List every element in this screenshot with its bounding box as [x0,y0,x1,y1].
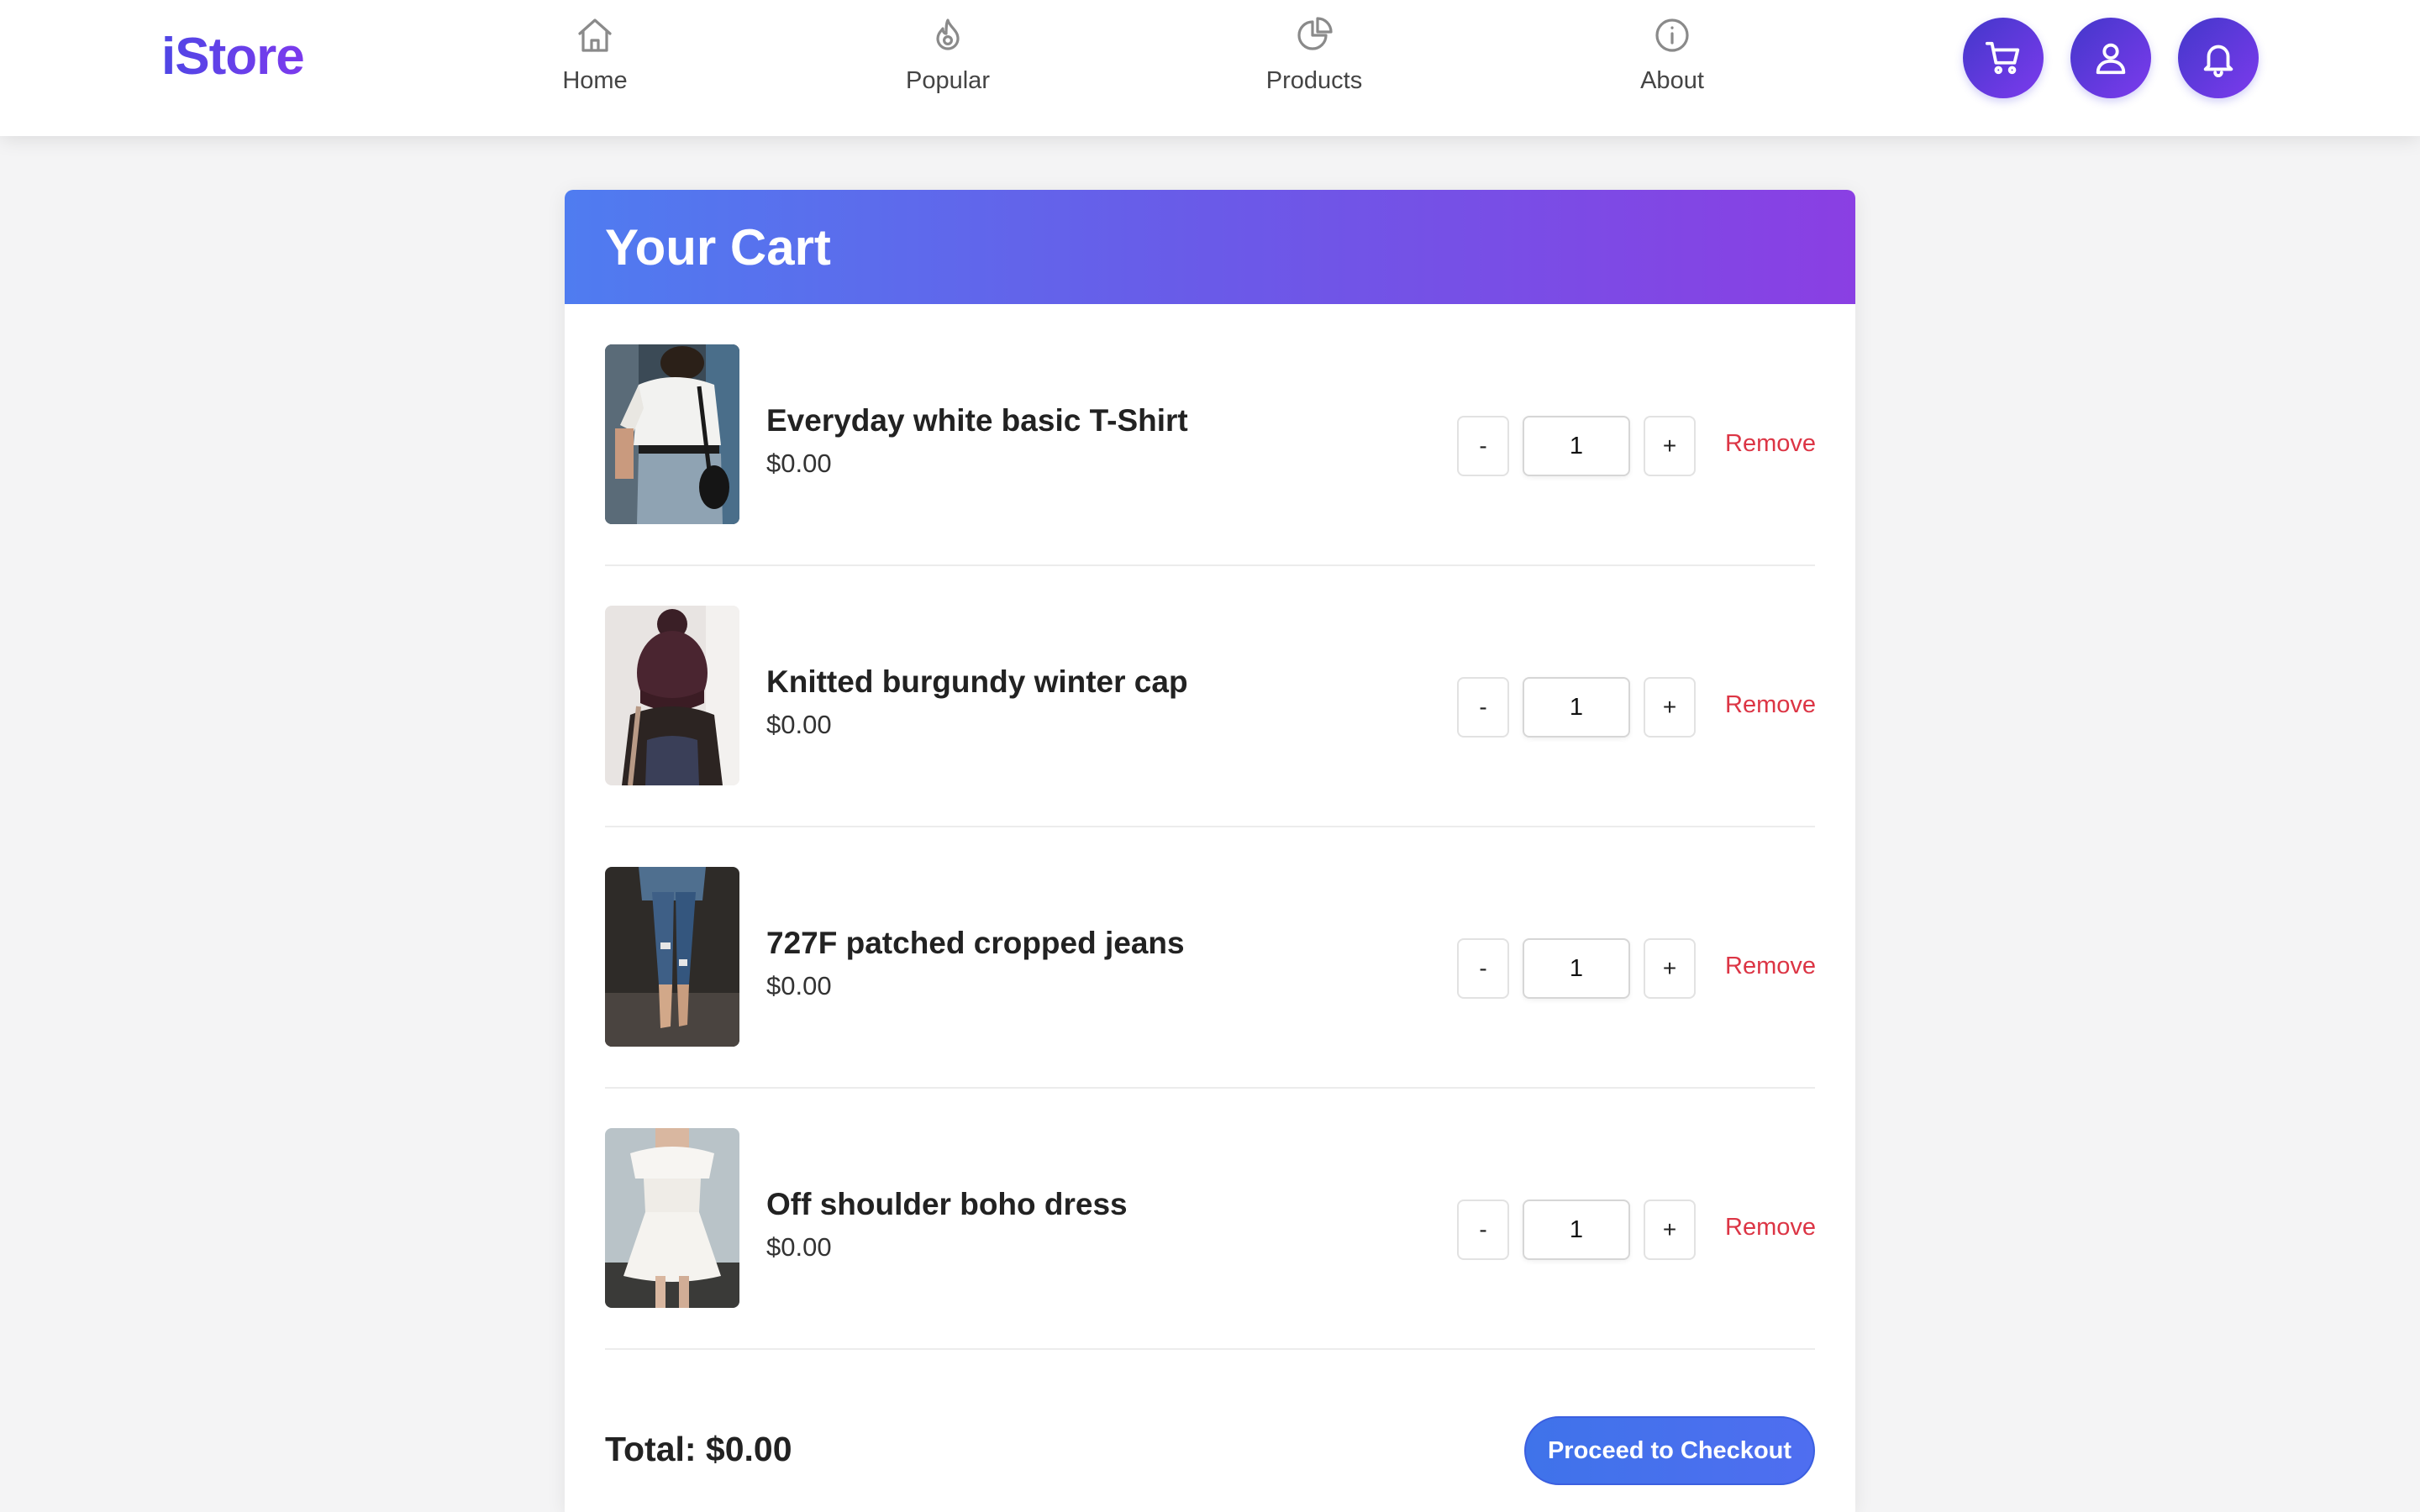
cart-button[interactable] [1963,18,2044,98]
info-icon [1655,18,1689,52]
cart-total: Total: $0.00 [605,1430,792,1468]
decrement-quantity-button[interactable]: - [1457,416,1509,476]
cart-item: Off shoulder boho dress $0.00 - + Remove [605,1088,1816,1350]
product-image-cap [605,606,739,785]
cart-header: Your Cart [565,190,1855,304]
proceed-to-checkout-button[interactable]: Proceed to Checkout [1524,1416,1815,1485]
user-icon [2096,43,2126,75]
bell-icon [2203,45,2233,77]
product-image-jeans [605,867,739,1047]
product-image-tshirt [605,344,739,524]
increment-quantity-button[interactable]: + [1644,938,1696,999]
increment-quantity-button[interactable]: + [1644,416,1696,476]
increment-quantity-button[interactable]: + [1644,677,1696,738]
item-price: $0.00 [766,449,832,478]
remove-item-link[interactable]: Remove [1725,1214,1816,1242]
quantity-input[interactable] [1523,677,1630,738]
nav-item-about[interactable]: About [1580,15,1765,108]
cart-icon [1985,41,2020,75]
home-icon [578,18,612,52]
nav-label-products: Products [1265,67,1363,94]
item-name: 727F patched cropped jeans [766,926,1185,960]
flame-icon [936,18,960,50]
nav-label-home: Home [562,67,628,94]
item-name: Knitted burgundy winter cap [766,664,1188,699]
increment-quantity-button[interactable]: + [1644,1200,1696,1260]
quantity-input[interactable] [1523,938,1630,999]
item-price: $0.00 [766,710,832,739]
cart-card: Your Cart Everyday white basic T-Shirt $… [565,190,1855,1512]
remove-item-link[interactable]: Remove [1725,691,1816,719]
remove-item-link[interactable]: Remove [1725,430,1816,458]
decrement-quantity-button[interactable]: - [1457,677,1509,738]
pie-chart-icon [1297,17,1333,50]
profile-button[interactable] [2070,18,2151,98]
cart-item: 727F patched cropped jeans $0.00 - + Rem… [605,827,1816,1089]
item-name: Everyday white basic T-Shirt [766,403,1188,438]
cart-item: Knitted burgundy winter cap $0.00 - + Re… [605,565,1816,827]
remove-item-link[interactable]: Remove [1725,953,1816,980]
item-price: $0.00 [766,1232,832,1262]
store-logo[interactable]: iStore [161,27,305,87]
product-image-dress [605,1128,739,1308]
item-price: $0.00 [766,971,832,1000]
notifications-button[interactable] [2178,18,2259,98]
nav-item-products[interactable]: Products [1222,15,1407,108]
cart-title: Your Cart [605,218,831,276]
item-name: Off shoulder boho dress [766,1187,1128,1221]
decrement-quantity-button[interactable]: - [1457,938,1509,999]
quantity-input[interactable] [1523,416,1630,476]
decrement-quantity-button[interactable]: - [1457,1200,1509,1260]
nav-label-about: About [1640,67,1704,94]
nav-label-popular: Popular [906,67,990,94]
nav-item-popular[interactable]: Popular [855,15,1040,108]
nav-item-home[interactable]: Home [502,15,687,108]
cart-item: Everyday white basic T-Shirt $0.00 - + R… [605,304,1816,566]
top-navigation-bar: iStore Home Popular Products About [0,0,2420,136]
quantity-input[interactable] [1523,1200,1630,1260]
